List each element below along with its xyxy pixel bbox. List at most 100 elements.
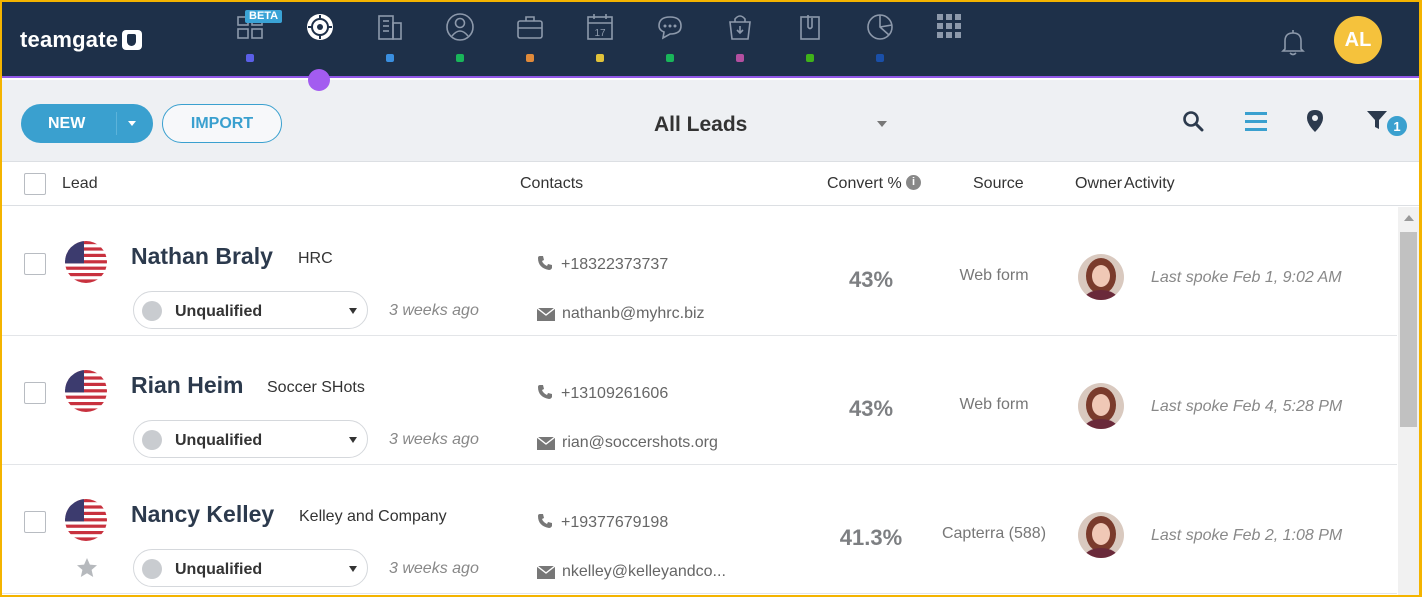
chevron-down-icon (349, 437, 357, 443)
nav-dot (386, 54, 394, 62)
mail-icon (537, 437, 555, 450)
table-row[interactable]: Nathan Braly HRC Unqualified 3 weeks ago… (2, 207, 1397, 336)
lead-name[interactable]: Nathan Braly (131, 243, 273, 270)
nav-leads[interactable] (295, 10, 345, 68)
created-ago: 3 weeks ago (389, 302, 479, 319)
phone-icon (538, 385, 552, 399)
table-row[interactable]: Rian Heim Soccer SHots Unqualified 3 wee… (2, 336, 1397, 465)
status-circle-icon (142, 301, 162, 321)
lead-name[interactable]: Rian Heim (131, 372, 243, 399)
status-dropdown[interactable]: Unqualified (133, 291, 368, 329)
chevron-down-icon (349, 566, 357, 572)
scroll-up-arrow-icon[interactable] (1404, 215, 1414, 221)
us-flag-icon (65, 241, 107, 283)
phone-number[interactable]: +18322373737 (561, 256, 668, 274)
nav-calendar[interactable]: 17 (575, 10, 625, 68)
row-checkbox[interactable] (24, 511, 46, 533)
column-header-lead[interactable]: Lead (62, 175, 98, 193)
column-header-source[interactable]: Source (973, 175, 1024, 193)
calendar-icon: 17 (587, 14, 613, 40)
convert-percentage: 43% (848, 267, 894, 292)
logo-hand-icon (122, 30, 143, 50)
status-dropdown[interactable]: Unqualified (133, 549, 368, 587)
table-header: Lead Contacts Convert % i Source Owner A… (2, 163, 1419, 206)
last-activity: Last spoke Feb 4, 5:28 PM (1151, 398, 1343, 415)
leads-list: Nathan Braly HRC Unqualified 3 weeks ago… (2, 207, 1397, 595)
star-icon[interactable] (76, 557, 98, 578)
lead-company[interactable]: Kelley and Company (299, 508, 447, 526)
created-ago: 3 weeks ago (389, 560, 479, 577)
nav-conversations[interactable] (645, 10, 695, 68)
nav-dot (456, 54, 464, 62)
top-navigation: teamgate BETA 17 AL (2, 2, 1419, 78)
phone-number[interactable]: +13109261606 (561, 385, 668, 403)
target-icon (307, 14, 333, 40)
email-address[interactable]: rian@soccershots.org (562, 434, 718, 452)
lead-company[interactable]: Soccer SHots (267, 379, 365, 397)
phone-icon (538, 256, 552, 270)
convert-percentage: 41.3% (839, 525, 903, 550)
chat-icon (658, 16, 682, 40)
owner-avatar[interactable] (1078, 383, 1124, 429)
apps-grid-icon (937, 14, 961, 38)
new-button[interactable]: NEW (21, 104, 153, 143)
owner-avatar[interactable] (1078, 512, 1124, 558)
table-row[interactable]: Nancy Kelley Kelley and Company Unqualif… (2, 465, 1397, 594)
last-activity: Last spoke Feb 1, 9:02 AM (1151, 269, 1342, 286)
column-header-owner[interactable]: Owner (1075, 175, 1122, 193)
column-header-activity[interactable]: Activity (1124, 175, 1175, 193)
search-icon[interactable] (1182, 110, 1204, 132)
nav-documents[interactable] (785, 10, 835, 68)
new-button-divider (116, 112, 117, 135)
nav-dot (596, 54, 604, 62)
lead-name[interactable]: Nancy Kelley (131, 501, 274, 528)
map-pin-icon[interactable] (1305, 109, 1325, 133)
nav-apps[interactable] (925, 10, 975, 68)
person-icon (446, 13, 474, 41)
last-activity: Last spoke Feb 2, 1:08 PM (1151, 527, 1343, 544)
nav-deals[interactable] (505, 10, 555, 68)
select-all-checkbox[interactable] (24, 173, 46, 195)
view-dropdown-caret-icon[interactable] (877, 121, 887, 127)
lead-source: Capterra (588) (941, 525, 1047, 542)
email-address[interactable]: nathanb@myhrc.biz (562, 305, 705, 323)
lead-source: Web form (959, 396, 1029, 413)
scroll-thumb[interactable] (1400, 232, 1417, 427)
status-dropdown[interactable]: Unqualified (133, 420, 368, 458)
lead-source: Web form (959, 267, 1029, 284)
shopping-bag-icon (729, 15, 751, 40)
notifications-bell-icon[interactable] (1280, 28, 1306, 56)
logo-text: teamgate (20, 27, 119, 52)
lead-company[interactable]: HRC (298, 250, 333, 268)
new-dropdown-caret-icon[interactable] (128, 121, 136, 126)
building-icon (378, 15, 402, 40)
nav-companies[interactable] (365, 10, 415, 68)
briefcase-icon (517, 16, 543, 39)
app-window: teamgate BETA 17 AL NEW IMPORT All Leads… (2, 2, 1419, 595)
info-icon[interactable]: i (906, 175, 921, 190)
row-checkbox[interactable] (24, 253, 46, 275)
nav-dot (246, 54, 254, 62)
user-avatar[interactable]: AL (1334, 16, 1382, 64)
column-header-convert[interactable]: Convert % (827, 175, 902, 193)
convert-percentage: 43% (848, 396, 894, 421)
list-view-icon[interactable] (1244, 110, 1268, 132)
nav-products[interactable] (715, 10, 765, 68)
svg-text:17: 17 (594, 28, 606, 39)
new-button-label: NEW (48, 115, 86, 132)
status-circle-icon (142, 559, 162, 579)
nav-reports[interactable] (855, 10, 905, 68)
status-label: Unqualified (175, 561, 263, 578)
view-selector[interactable]: All Leads (654, 113, 747, 137)
phone-number[interactable]: +19377679198 (561, 514, 668, 532)
teamgate-logo[interactable]: teamgate (20, 27, 143, 53)
import-button[interactable]: IMPORT (162, 104, 282, 143)
row-checkbox[interactable] (24, 382, 46, 404)
list-toolbar: NEW IMPORT All Leads (2, 80, 1419, 162)
vertical-scrollbar[interactable] (1398, 207, 1419, 595)
owner-avatar[interactable] (1078, 254, 1124, 300)
us-flag-icon (65, 499, 107, 541)
email-address[interactable]: nkelley@kelleyandco... (562, 563, 726, 581)
column-header-contacts[interactable]: Contacts (520, 175, 583, 193)
nav-people[interactable] (435, 10, 485, 68)
